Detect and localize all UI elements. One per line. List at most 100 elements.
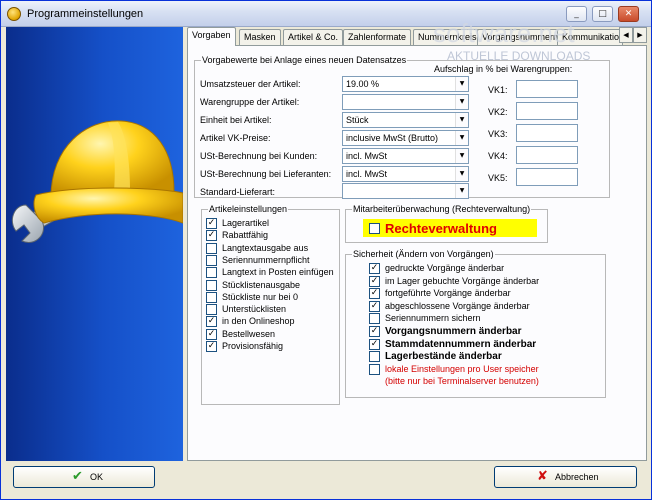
cancel-button[interactable]: ✘ Abbrechen [494,466,637,488]
chevron-down-icon: ▼ [455,113,468,127]
rights-management-checkbox[interactable] [369,223,380,234]
vk2-label: VK2: [488,107,508,117]
vk4-input[interactable] [516,146,578,164]
article-setting-checkbox[interactable] [206,291,217,303]
security-title: Sicherheit (Ändern von Vorgängen) [352,249,495,260]
article-setting-label: Stückliste nur bei 0 [222,291,299,302]
supplier-vat-select[interactable]: incl. MwSt ▼ [342,166,469,182]
article-setting-label: Langtext in Posten einfügen [222,267,334,278]
security-setting-label: Stammdatennummern änderbar [385,338,537,350]
chevron-down-icon: ▼ [455,184,468,198]
article-setting-label: Rabattfähig [222,230,269,241]
vk3-input[interactable] [516,124,578,142]
chevron-down-icon: ▼ [455,167,468,181]
unit-label: Einheit bei Artikel: [200,115,272,125]
delivery-type-label: Standard-Lieferart: [200,187,276,197]
article-setting-checkbox[interactable]: ✓ [206,341,217,352]
security-setting-checkbox[interactable] [369,363,380,375]
security-setting-label: Vorgangsnummern änderbar [385,326,522,337]
ok-button-label: OK [90,472,104,482]
security-setting-label: fortgeführte Vorgänge änderbar [385,288,511,299]
tab-vorgaben[interactable]: Vorgaben [187,27,236,46]
security-setting-label: gedruckte Vorgänge änderbar [385,263,505,273]
security-setting-checkbox[interactable] [369,313,380,325]
tab-scroll-right-button[interactable]: ▶ [633,27,647,43]
cancel-button-label: Abbrechen [555,472,599,482]
close-button[interactable]: ✕ [618,6,639,22]
article-setting-label: Seriennummernpflicht [222,254,310,265]
product-group-label: Warengruppe der Artikel: [200,97,300,107]
chevron-down-icon: ▼ [455,95,468,109]
supplier-vat-label: USt-Berechnung bei Lieferanten: [200,169,332,179]
article-setting-checkbox[interactable] [206,304,217,316]
hardhat-wrench-illustration [11,120,183,243]
tab-zahlenformate[interactable]: Zahlenformate [343,29,412,45]
article-setting-label: Unterstücklisten [222,304,287,315]
article-setting-label: Lagerartikel [222,218,270,228]
chevron-down-icon: ▼ [455,77,468,91]
vk5-label: VK5: [488,173,508,183]
security-setting-checkbox[interactable]: ✓ [369,338,380,350]
security-setting-label: Seriennummern sichern [385,313,481,324]
price-mode-label: Artikel VK-Preise: [200,133,271,143]
vk4-label: VK4: [488,151,508,161]
article-setting-label: Provisionsfähig [222,341,284,351]
article-setting-checkbox[interactable] [206,242,217,254]
security-setting-checkbox[interactable]: ✓ [369,263,380,274]
ok-button[interactable]: ✔ OK [13,466,155,488]
article-setting-label: Bestellwesen [222,328,276,339]
customer-vat-select[interactable]: incl. MwSt ▼ [342,148,469,164]
tab-strip: Vorgaben Masken Artikel & Co. Zahlenform… [187,27,647,46]
button-bar: ✔ OK ✘ Abbrechen [1,461,651,499]
rights-management-label: Rechteverwaltung [385,221,497,236]
delivery-type-select[interactable]: ▼ [342,183,469,199]
cross-icon: ✘ [537,469,548,484]
vat-label: Umsatzsteuer der Artikel: [200,79,301,89]
vk1-input[interactable] [516,80,578,98]
employee-monitoring-title: Mitarbeiterüberwachung (Rechteverwaltung… [352,204,532,215]
article-setting-checkbox[interactable]: ✓ [206,230,217,242]
security-setting-label: Lagerbestände änderbar [385,351,502,363]
security-setting-label: abgeschlossene Vorgänge änderbar [385,300,530,311]
checkmark-icon: ✔ [72,469,83,484]
vk5-input[interactable] [516,168,578,186]
price-mode-select[interactable]: inclusive MwSt (Brutto) ▼ [342,130,469,146]
security-setting-label: lokale Einstellungen pro User speicher [385,363,539,374]
hardhat-icon [33,120,183,224]
customer-vat-label: USt-Berechnung bei Kunden: [200,151,318,161]
product-group-select[interactable]: ▼ [342,94,469,110]
article-setting-checkbox[interactable]: ✓ [206,316,217,328]
security-setting-checkbox[interactable]: ✓ [369,300,380,312]
article-setting-label: in den Onlineshop [222,316,295,327]
vat-select[interactable]: 19.00 % ▼ [342,76,469,92]
article-settings-title: Artikeleinstellungen [208,204,289,215]
security-setting-checkbox[interactable]: ✓ [369,326,380,337]
chevron-down-icon: ▼ [455,131,468,145]
window-title: Programmeinstellungen [27,8,144,20]
tab-artikel[interactable]: Artikel & Co. [283,29,344,45]
article-setting-checkbox[interactable]: ✓ [206,218,217,229]
vk2-input[interactable] [516,102,578,120]
tab-masken[interactable]: Masken [239,29,281,45]
app-icon [7,7,21,21]
security-setting-label: (bitte nur bei Terminalserver benutzen) [385,376,539,387]
vk3-label: VK3: [488,129,508,139]
unit-select[interactable]: Stück ▼ [342,112,469,128]
article-setting-checkbox[interactable] [206,254,217,266]
defaults-group-title: Vorgabewerte bei Anlage eines neuen Date… [201,55,408,66]
security-setting-label: im Lager gebuchte Vorgänge änderbar [385,275,540,286]
article-setting-checkbox[interactable] [206,279,217,291]
chevron-down-icon: ▼ [455,149,468,163]
security-setting-checkbox[interactable]: ✓ [369,275,380,287]
vk1-label: VK1: [488,85,508,95]
tab-scroll-left-button[interactable]: ◀ [619,27,633,43]
article-setting-checkbox[interactable]: ✓ [206,328,217,340]
security-setting-checkbox[interactable] [369,351,380,363]
article-setting-label: Stücklistenausgabe [222,279,301,290]
maximize-button[interactable]: □ [592,6,613,22]
surcharge-title: Aufschlag in % bei Warengruppen: [434,64,573,74]
security-setting-checkbox[interactable]: ✓ [369,288,380,300]
article-setting-checkbox[interactable] [206,267,217,279]
watermark: software.net [433,18,575,48]
sidebar-banner [6,27,183,461]
